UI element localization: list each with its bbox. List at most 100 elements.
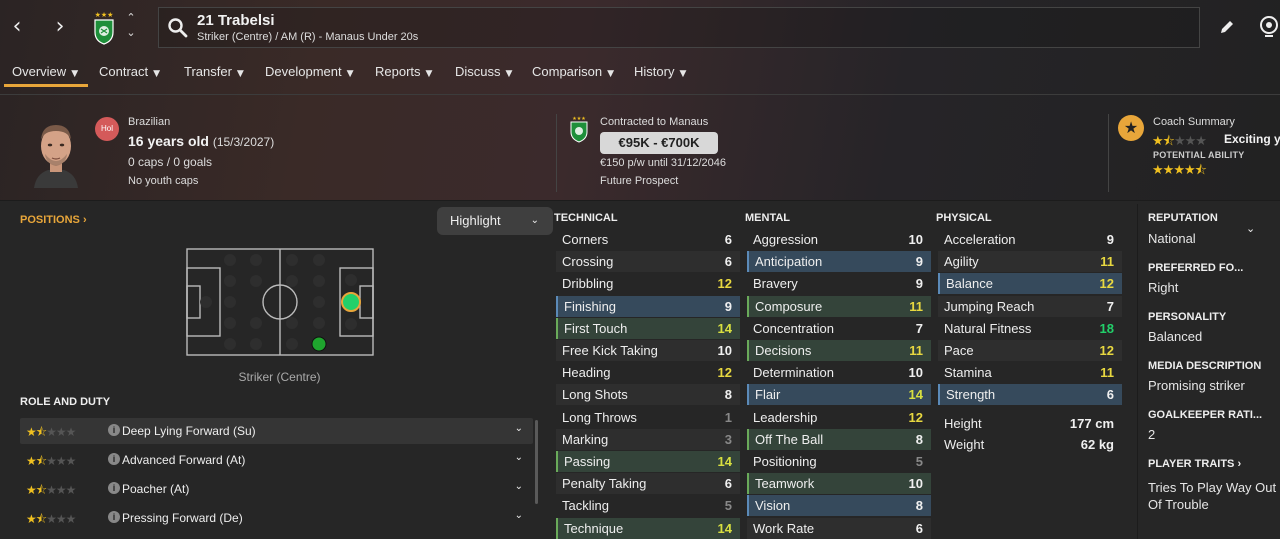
roles-scrollbar[interactable]	[535, 420, 538, 504]
svg-text:★★★: ★★★	[572, 116, 586, 122]
attribute-value: 11	[1100, 365, 1114, 381]
role-row[interactable]: ★⯪★★★ i Poacher (At) ⌄	[20, 476, 533, 502]
role-row[interactable]: ★⯪★★★ i Pressing Forward (De) ⌄	[20, 505, 533, 531]
attribute-value: 8	[724, 387, 732, 403]
tab-contract[interactable]: Contract ▼	[99, 64, 160, 79]
role-row[interactable]: ★⯪★★★ i Advanced Forward (At) ⌄	[20, 447, 533, 473]
attribute-row[interactable]: Flair 14	[747, 384, 931, 406]
attribute-row[interactable]: Positioning 5	[747, 451, 931, 472]
attribute-row[interactable]: Corners 6	[556, 229, 740, 250]
attribute-row[interactable]: Leadership 12	[747, 407, 931, 428]
tab-development[interactable]: Development ▼	[265, 64, 354, 79]
chevron-down-icon[interactable]: ⌄	[515, 452, 523, 463]
attribute-row[interactable]: Vision 8	[747, 495, 931, 517]
role-rating-stars: ★⯪★★★	[26, 512, 76, 526]
attribute-value: 6	[724, 232, 732, 247]
status-badge[interactable]: Hol	[95, 117, 119, 141]
attribute-value: 14	[717, 320, 732, 336]
position-caption: Striker (Centre)	[238, 370, 321, 384]
attribute-row[interactable]: Anticipation 9	[747, 251, 931, 273]
attribute-row[interactable]: Dribbling 12	[556, 273, 740, 294]
chevron-down-icon[interactable]: ⌄	[1246, 222, 1255, 235]
attribute-row[interactable]: Work Rate 6	[747, 517, 931, 539]
role-rating-stars: ★⯪★★★	[26, 483, 76, 497]
club-crest-icon[interactable]: ★★★	[91, 10, 117, 46]
attribute-row[interactable]: Tackling 5	[556, 495, 740, 516]
attribute-name: Tackling	[562, 498, 609, 514]
info-icon[interactable]: i	[108, 424, 120, 436]
info-icon[interactable]: i	[108, 482, 120, 494]
attribute-row[interactable]: Technique 14	[556, 517, 740, 539]
attribute-row[interactable]: Jumping Reach 7	[938, 295, 1122, 317]
player-header: Hol Brazilian 16 years old (15/3/2027) 0…	[0, 96, 1280, 200]
player-search-box[interactable]: 21 Trabelsi Striker (Centre) / AM (R) - …	[158, 7, 1200, 48]
attribute-name: Decisions	[755, 343, 812, 358]
attribute-row[interactable]: First Touch 14	[556, 317, 740, 339]
attribute-row[interactable]: Free Kick Taking 10	[556, 340, 740, 361]
club-crest-icon[interactable]: ★★★	[569, 115, 589, 143]
attribute-row[interactable]: Off The Ball 8	[747, 428, 931, 450]
attribute-row[interactable]: Penalty Taking 6	[556, 473, 740, 495]
attribute-name: Aggression	[753, 232, 819, 247]
attribute-value: 1	[724, 409, 732, 425]
attribute-row[interactable]: Decisions 11	[747, 340, 931, 361]
info-icon[interactable]: i	[108, 511, 120, 523]
attribute-row[interactable]: Finishing 9	[556, 295, 740, 317]
role-name: Poacher (At)	[122, 482, 190, 496]
up-down-icon[interactable]: ⌃ ⌄	[124, 10, 138, 44]
transfer-value[interactable]: €95K - €700K	[600, 132, 718, 154]
attribute-row[interactable]: Teamwork 10	[747, 473, 931, 495]
attribute-row[interactable]: Agility 11	[938, 251, 1122, 273]
tab-reports[interactable]: Reports ▼	[375, 64, 432, 79]
chevron-down-icon[interactable]: ⌄	[515, 423, 523, 434]
attribute-row[interactable]: Bravery 9	[747, 273, 931, 294]
role-row[interactable]: ★⯪★★★ i Deep Lying Forward (Su) ⌄	[20, 418, 533, 444]
attribute-value: 6	[724, 254, 732, 270]
info-icon[interactable]: i	[108, 453, 120, 465]
tab-transfer[interactable]: Transfer ▼	[184, 64, 244, 79]
forward-arrow-icon[interactable]: ›	[47, 14, 73, 40]
match-ball-icon[interactable]	[1258, 15, 1280, 39]
chevron-down-icon: ▼	[607, 69, 615, 79]
personality-label: PERSONALITY	[1148, 311, 1227, 323]
attribute-row[interactable]: Pace 12	[938, 340, 1122, 361]
attribute-row[interactable]: Natural Fitness 18	[938, 318, 1122, 339]
mental-title: MENTAL	[745, 212, 791, 224]
chevron-down-icon[interactable]: ⌄	[515, 510, 523, 521]
back-arrow-icon[interactable]: ‹	[4, 14, 30, 40]
attribute-row[interactable]: Passing 14	[556, 451, 740, 472]
attribute-row[interactable]: Heading 12	[556, 362, 740, 383]
physical-title: PHYSICAL	[936, 212, 992, 224]
position-pitch-diagram	[186, 248, 374, 356]
highlight-dropdown[interactable]: Highlight ⌄	[437, 207, 553, 235]
attribute-name: Work Rate	[753, 520, 815, 536]
role-name: Pressing Forward (De)	[122, 511, 243, 525]
tab-comparison[interactable]: Comparison ▼	[532, 64, 614, 79]
attribute-row[interactable]: Concentration 7	[747, 318, 931, 339]
attribute-row[interactable]: Long Throws 1	[556, 407, 740, 428]
secondary-position-marker[interactable]	[311, 336, 327, 352]
attribute-row[interactable]: Long Shots 8	[556, 384, 740, 406]
attribute-row[interactable]: Composure 11	[747, 295, 931, 317]
player-traits-link[interactable]: PLAYER TRAITS ›	[1148, 458, 1241, 470]
attribute-row[interactable]: Determination 10	[747, 362, 931, 383]
chevron-down-icon: ▼	[153, 69, 161, 79]
attribute-name: Free Kick Taking	[562, 343, 658, 358]
positions-panel: POSITIONS › Highlight ⌄ Striker (Centre) …	[14, 204, 553, 539]
attribute-row[interactable]: Marking 3	[556, 428, 740, 450]
chevron-down-icon[interactable]: ⌄	[515, 481, 523, 492]
attribute-row[interactable]: Aggression 10	[747, 229, 931, 250]
natural-position-marker[interactable]	[341, 292, 361, 312]
positions-link[interactable]: POSITIONS ›	[20, 214, 87, 226]
potential-ability-stars: ★★★★⯪	[1152, 163, 1207, 178]
tab-overview[interactable]: Overview ▼	[12, 64, 78, 79]
attribute-row[interactable]: Strength 6	[938, 384, 1122, 406]
attribute-row[interactable]: Stamina 11	[938, 362, 1122, 383]
attribute-row[interactable]: Balance 12	[938, 273, 1122, 295]
attribute-row[interactable]: Acceleration 9	[938, 229, 1122, 250]
attribute-row[interactable]: Crossing 6	[556, 251, 740, 273]
tab-discuss[interactable]: Discuss ▼	[455, 64, 512, 79]
edit-pencil-icon[interactable]	[1217, 17, 1237, 37]
attribute-value: 9	[724, 298, 732, 314]
tab-history[interactable]: History ▼	[634, 64, 686, 79]
